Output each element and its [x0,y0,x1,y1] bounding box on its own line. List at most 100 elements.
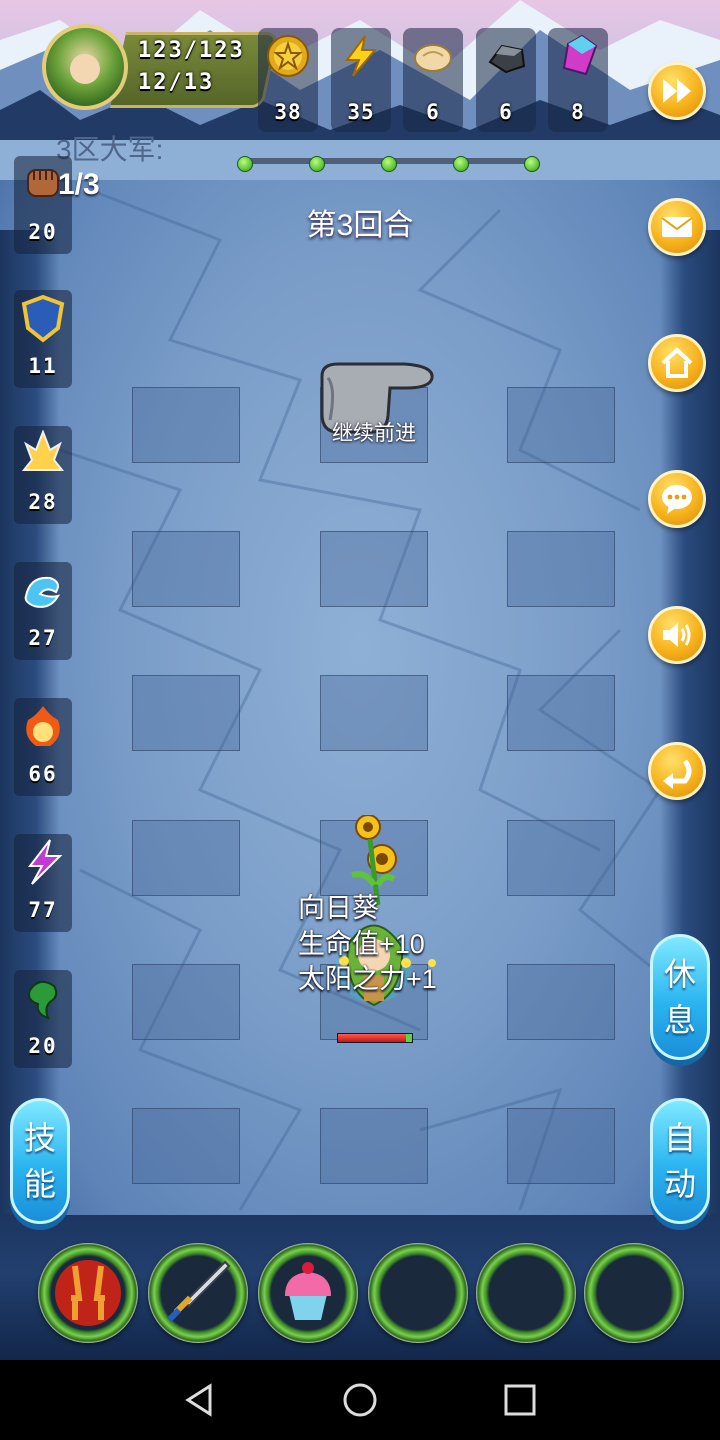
resource-crystal-value: 8 [571,100,585,124]
grid-tile[interactable] [132,531,240,607]
skill-slot-2[interactable] [148,1243,248,1343]
skill-label-1: 技 [23,1120,56,1156]
game-stage: 123/123 12/13 38 35 6 6 8 3区大军: 20 1/3 1… [0,0,720,1360]
chat-button[interactable] [648,470,706,528]
stat-lightning-value: 77 [28,898,58,922]
system-nav-bar [0,1360,720,1440]
auto-button[interactable]: 自 动 [650,1098,710,1224]
fast-forward-button[interactable] [648,62,706,120]
cupcake-skill-icon [285,1262,331,1320]
stat-water-value: 27 [28,626,58,650]
grid-tile[interactable] [132,820,240,896]
grid-tile[interactable] [507,387,615,463]
skill-slot-1[interactable] [38,1243,138,1343]
grid-tile[interactable] [320,1108,428,1184]
round-label: 第3回合 [306,209,414,242]
home-button[interactable] [648,334,706,392]
wave-progress-dot [309,156,325,172]
skill-button[interactable]: 技 能 [10,1098,70,1224]
stat-defense-value: 11 [28,354,58,378]
home-icon [661,347,693,378]
home-nav-icon[interactable] [340,1380,380,1420]
rest-label-2: 息 [663,1002,696,1038]
wave-progress-dot [453,156,469,172]
resource-energy: 35 [331,28,391,132]
continue-hint: 继续前进 [332,422,416,445]
grid-tile[interactable] [507,820,615,896]
stat-defense: 11 [14,290,72,388]
wave-progress-dot [381,156,397,172]
holy-light-icon [21,430,65,471]
wave-progress-dot [237,156,253,172]
grid-tile[interactable] [320,531,428,607]
sound-button[interactable] [648,606,706,664]
grid-tile[interactable] [320,675,428,751]
grid-tile[interactable] [132,387,240,463]
chat-icon [662,485,692,514]
army-label: 3区大军: [56,134,164,165]
stat-holy: 28 [14,426,72,524]
player-avatar[interactable] [42,24,128,110]
undo-icon [663,759,692,789]
grid-tile[interactable] [507,531,615,607]
stat-fire-value: 66 [28,762,58,786]
dual-sword-skill-icon [55,1260,121,1326]
hero-hp-bar [337,1033,413,1043]
fire-icon [26,706,60,746]
grid-tile[interactable] [507,964,615,1040]
auto-label-2: 动 [663,1166,696,1202]
mail-button[interactable] [648,198,706,256]
poison-icon [28,980,58,1020]
player-energy: 12/13 [138,70,215,95]
grid-tile[interactable] [132,675,240,751]
skill-slot-4[interactable] [368,1243,468,1343]
stat-lightning: 77 [14,834,72,932]
auto-label-1: 自 [663,1120,696,1156]
stat-attack-value: 20 [28,220,58,244]
skill-slot-3[interactable] [258,1243,358,1343]
stat-poison: 20 [14,970,72,1068]
player-hp: 123/123 [138,38,245,63]
resource-bread: 6 [403,28,463,132]
water-icon [24,576,61,608]
grid-tile[interactable] [507,1108,615,1184]
resource-gold: 38 [258,28,318,132]
resource-gold-value: 38 [274,100,302,124]
skill-slot-6[interactable] [584,1243,684,1343]
rest-label-1: 休 [663,956,696,992]
fast-forward-icon [663,79,691,103]
rest-button[interactable]: 休 息 [650,934,710,1060]
sound-icon [663,623,691,647]
shield-icon [21,294,65,343]
crystal-icon [562,34,598,76]
skill-label-2: 能 [23,1166,56,1202]
undo-button[interactable] [648,742,706,800]
hp-bonus-text: 生命值+10 [298,929,425,959]
stat-fire: 66 [14,698,72,796]
sword-skill-icon [166,1260,231,1323]
grid-tile[interactable] [507,675,615,751]
mail-icon [661,217,693,237]
iron-ore-icon [488,44,526,74]
grid-tile[interactable] [132,1108,240,1184]
lightning-purple-icon [27,839,63,885]
back-icon[interactable] [180,1380,220,1420]
resource-iron: 6 [476,28,536,132]
companion-name: 向日葵 [298,893,379,923]
resource-bread-value: 6 [426,100,440,124]
recents-icon[interactable] [500,1380,540,1420]
stat-water: 27 [14,562,72,660]
hero-hp-fill [338,1034,407,1042]
stat-poison-value: 20 [28,1034,58,1058]
bread-icon [414,44,452,72]
stat-holy-value: 28 [28,490,58,514]
grid-tile[interactable] [132,964,240,1040]
lightning-icon [345,35,378,77]
resource-iron-value: 6 [499,100,513,124]
skill-slot-5[interactable] [476,1243,576,1343]
gold-coin-icon [267,35,309,77]
wave-counter: 1/3 [58,168,100,201]
resource-crystal: 8 [548,28,608,132]
wave-progress-dot [524,156,540,172]
resource-energy-value: 35 [347,100,375,124]
